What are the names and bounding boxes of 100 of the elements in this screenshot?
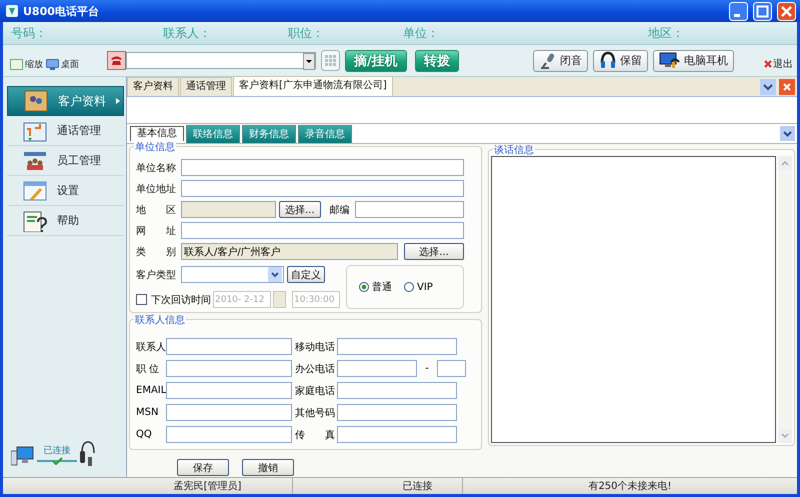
document-tab[interactable]: 通话管理 — [180, 77, 232, 96]
radio-option[interactable]: VIP — [404, 282, 433, 292]
view-option[interactable]: 桌面 — [46, 58, 79, 71]
action-button[interactable]: 保存 — [177, 459, 229, 476]
keypad-icon — [321, 50, 340, 71]
close-icon — [779, 78, 795, 94]
toolbar-button[interactable]: 保留 — [593, 50, 648, 72]
field-label: 家庭电话 — [295, 384, 335, 398]
field-label: 职位： — [288, 24, 325, 42]
input-field[interactable] — [337, 426, 457, 443]
input-field[interactable] — [354, 201, 464, 218]
action-button[interactable]: 撤销 — [242, 459, 294, 476]
field-label: 其他号码 — [295, 406, 335, 420]
field-label: 号码： — [11, 24, 48, 42]
radio-option[interactable]: 普通 — [359, 280, 392, 294]
toolbar-button[interactable]: 电脑耳机 — [653, 50, 734, 72]
field-label: 办公电话 — [295, 362, 335, 376]
contact-card-icon — [24, 90, 48, 112]
sidebar-item[interactable]: 设置 — [7, 176, 124, 206]
document-tab[interactable]: 客户资料[广东申通物流有限公司] — [233, 76, 393, 96]
field-label: 客户类型 — [136, 268, 176, 282]
field-label: QQ — [136, 429, 153, 440]
caret-icon — [116, 98, 120, 104]
window-icon — [10, 59, 23, 70]
chevron-down-icon — [778, 429, 792, 443]
computer-icon — [11, 445, 35, 467]
input-field[interactable] — [437, 360, 466, 377]
sidebar-item[interactable]: 通话管理 — [7, 116, 124, 146]
headset-icon — [79, 441, 95, 467]
input-field[interactable] — [166, 338, 292, 355]
phone-icon — [107, 51, 126, 70]
input-field[interactable] — [166, 360, 292, 377]
sidebar-item[interactable]: 客户资料 — [7, 86, 124, 116]
input-field[interactable] — [337, 382, 457, 399]
form-tab[interactable]: 联络信息 — [186, 125, 240, 143]
input-field[interactable] — [337, 404, 457, 421]
connection-status: 已连接 — [44, 444, 70, 457]
input-field[interactable] — [166, 404, 292, 421]
close-icon — [777, 2, 796, 20]
checkbox[interactable] — [136, 294, 147, 305]
spin-button[interactable] — [273, 291, 286, 308]
dropdown-field[interactable] — [181, 266, 284, 283]
help-icon — [23, 210, 47, 232]
form-tab[interactable]: 财务信息 — [242, 125, 296, 143]
exit-button[interactable]: 退出 — [764, 57, 793, 71]
document-tab[interactable]: 客户资料 — [127, 77, 179, 96]
input-field[interactable] — [337, 338, 457, 355]
dropdown-icon — [268, 267, 282, 282]
field-label: 地区： — [648, 24, 684, 42]
sidebar-item[interactable]: 员工管理 — [7, 146, 124, 176]
field-label: 类 别 — [136, 246, 176, 258]
headphones-icon — [599, 51, 617, 70]
monitor-icon — [46, 59, 59, 70]
field-label: 职 位 — [136, 362, 160, 376]
status-text: 有250个未接来电! — [587, 480, 673, 494]
computer-headset-icon — [659, 51, 681, 70]
field-label: 地 区 — [136, 204, 176, 216]
form-tab[interactable]: 基本信息 — [130, 126, 184, 141]
chevron-down-icon — [780, 126, 795, 141]
input-field[interactable]: 联系人/客户/广州客户 — [181, 243, 398, 260]
scrollbar[interactable] — [778, 156, 792, 443]
select-button[interactable]: 选择... — [404, 243, 464, 260]
wrench-window-icon — [23, 180, 47, 202]
toolbar-button[interactable]: 闭音 — [533, 50, 588, 72]
input-field[interactable] — [166, 426, 292, 443]
transfer-icon — [23, 120, 47, 142]
separator-text: - — [424, 363, 430, 374]
microphone-icon — [539, 51, 557, 70]
field-label: 单位名称 — [136, 162, 176, 174]
form-tab[interactable]: 录音信息 — [298, 125, 352, 143]
people-icon — [23, 150, 47, 172]
custom-button[interactable]: 自定义 — [287, 266, 325, 283]
field-label: 网 址 — [136, 224, 176, 238]
group-title: 谈话信息 — [493, 145, 535, 156]
group-title: 单位信息 — [134, 142, 176, 153]
dropdown-icon — [303, 53, 315, 70]
select-button[interactable]: 选择... — [279, 201, 321, 218]
input-field[interactable] — [181, 222, 464, 239]
minimize-icon — [729, 2, 748, 20]
input-field[interactable] — [181, 159, 464, 176]
input-field[interactable] — [166, 382, 292, 399]
field-label: 联系人： — [163, 24, 212, 42]
checkbox-label: 下次回访时间 — [151, 294, 211, 306]
dial-combo[interactable] — [126, 52, 316, 69]
chevron-up-icon — [778, 156, 792, 170]
input-field[interactable] — [181, 180, 464, 197]
input-field[interactable] — [181, 201, 276, 218]
status-text: 已连接 — [293, 478, 463, 494]
app-icon — [5, 4, 19, 18]
field-label: 传 真 — [295, 428, 335, 442]
field-label: MSN — [136, 407, 160, 418]
chevron-down-icon — [760, 78, 776, 94]
field-label: 单位： — [403, 24, 440, 42]
input-field[interactable] — [337, 360, 417, 377]
view-option[interactable]: 缩放 — [10, 58, 43, 71]
field-label: 移动电话 — [295, 340, 335, 354]
close-icon — [764, 60, 772, 68]
check-icon — [37, 457, 77, 465]
field-label: EMAIL — [136, 385, 166, 396]
sidebar-item[interactable]: 帮助 — [7, 206, 124, 236]
